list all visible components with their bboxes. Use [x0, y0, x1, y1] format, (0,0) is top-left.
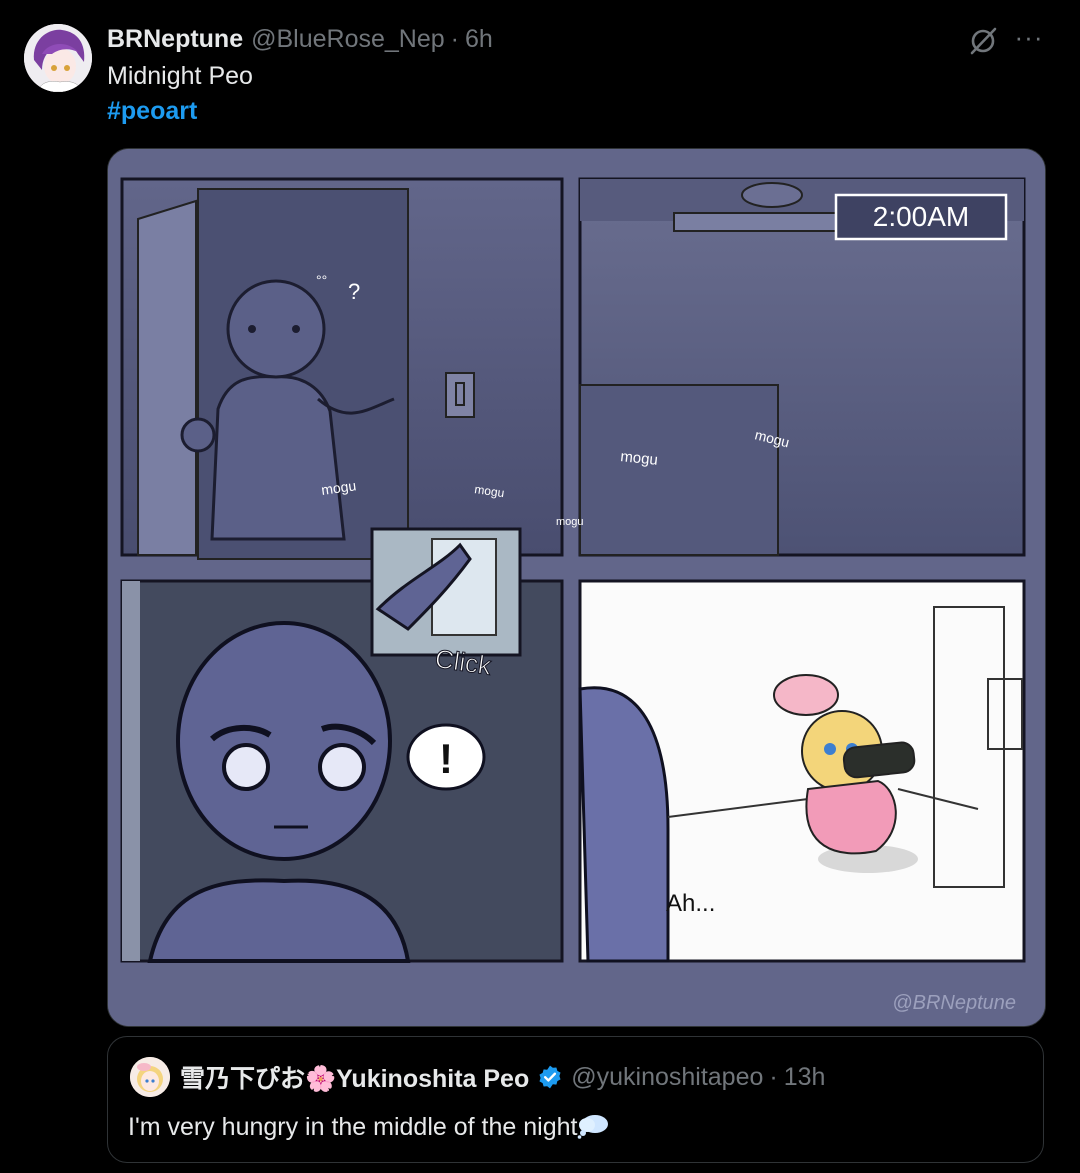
- artist-signature: @BRNeptune: [892, 992, 1016, 1014]
- quoted-separator-dot: ·: [769, 1062, 778, 1091]
- comic-illustration: ? °° 2:00AM mogu mogu mogu mogu mogu ! C…: [108, 149, 1045, 1026]
- quoted-post-header: 雪乃下ぴお🌸Yukinoshita Peo @yukinoshitapeo · …: [180, 1057, 825, 1097]
- dialogue-ah: Ah...: [666, 890, 715, 917]
- hashtag-link[interactable]: #peoart: [107, 94, 197, 129]
- author-avatar[interactable]: [24, 24, 92, 92]
- quoted-post[interactable]: 雪乃下ぴお🌸Yukinoshita Peo @yukinoshitapeo · …: [107, 1036, 1044, 1163]
- quoted-post-text-container: I'm very hungry in the middle of the nig…: [128, 1109, 609, 1145]
- verified-badge-icon: [539, 1065, 561, 1089]
- separator-dot: ·: [450, 24, 459, 53]
- clock-text: 2:00AM: [873, 201, 970, 232]
- quoted-avatar-image: [130, 1057, 170, 1097]
- post-header: BRNeptune @BlueRose_Nep · 6h: [107, 22, 493, 56]
- post-media-image[interactable]: ? °° 2:00AM mogu mogu mogu mogu mogu ! C…: [107, 148, 1046, 1027]
- panel-kitchen-clock: 2:00AM: [578, 177, 1026, 557]
- question-sfx: ?: [348, 279, 360, 304]
- exclaim-sfx: !: [439, 735, 453, 782]
- quoted-author-name[interactable]: 雪乃下ぴお🌸Yukinoshita Peo: [180, 1059, 529, 1095]
- mogu-sfx-3: mogu: [556, 516, 584, 528]
- quoted-post-text: I'm very hungry in the middle of the nig…: [128, 1113, 578, 1141]
- quoted-author-avatar[interactable]: [130, 1057, 170, 1097]
- quoted-author-handle[interactable]: @yukinoshitapeo: [571, 1063, 763, 1092]
- post-text: Midnight Peo: [107, 62, 253, 90]
- thought-balloon-icon: [578, 1115, 609, 1139]
- panel-fridge: Ah...: [578, 579, 1026, 963]
- author-handle[interactable]: @BlueRose_Nep: [251, 25, 445, 54]
- quoted-post-time[interactable]: 13h: [784, 1063, 826, 1092]
- grok-icon[interactable]: [966, 24, 1000, 58]
- avatar-image: [24, 24, 92, 92]
- svg-text:°°: °°: [316, 272, 327, 288]
- post-time[interactable]: 6h: [465, 25, 493, 54]
- author-name[interactable]: BRNeptune: [107, 25, 243, 54]
- more-icon[interactable]: ···: [1012, 22, 1046, 56]
- panel-doorway: ? °°: [120, 177, 564, 560]
